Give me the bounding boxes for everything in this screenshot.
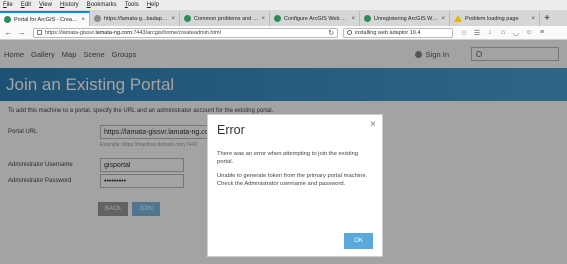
menu-bookmarks[interactable]: Bookmarks <box>87 2 117 8</box>
tab-close-icon[interactable]: × <box>441 16 445 22</box>
dialog-message-detail: Unable to generate token from the primar… <box>217 173 368 187</box>
tab-close-icon[interactable]: × <box>81 17 85 23</box>
tab-close-icon[interactable]: × <box>351 16 355 22</box>
arcgis-favicon-icon <box>4 16 11 23</box>
menu-history[interactable]: History <box>60 2 79 8</box>
tab-label: Configure ArcGIS Web Adap... <box>284 15 348 22</box>
dialog-message-primary: There was an error when attempting to jo… <box>217 151 359 165</box>
chat-icon[interactable]: ☺ <box>524 28 534 38</box>
menu-file[interactable]: File <box>3 2 13 8</box>
url-prefix: https://lamata-gissvr. <box>45 29 96 36</box>
lock-icon <box>37 30 42 35</box>
tab-label: Problem loading page <box>465 15 519 22</box>
page-favicon-icon <box>94 15 101 22</box>
tab-label: Common problems and soluti... <box>194 15 259 22</box>
forward-arrow-icon[interactable]: → <box>16 27 27 38</box>
reload-icon[interactable]: ↻ <box>328 29 334 37</box>
menu-icon[interactable]: ≡ <box>537 28 547 38</box>
back-arrow-icon[interactable]: ← <box>3 27 14 38</box>
tab-unregistering-web-adaptor[interactable]: Unregistering ArcGIS Web A... × <box>360 11 450 26</box>
pocket-icon[interactable]: ◡ <box>511 28 521 38</box>
tab-problem-loading[interactable]: Problem loading page × <box>450 11 540 26</box>
menu-help[interactable]: Help <box>147 2 159 8</box>
reading-list-icon[interactable]: ☰ <box>472 28 482 38</box>
home-icon[interactable]: ⌂ <box>498 28 508 38</box>
tab-close-icon[interactable]: × <box>261 16 265 22</box>
menu-edit[interactable]: Edit <box>21 2 31 8</box>
url-suffix: :7443/arcgis/home/createadmin.html <box>131 29 221 36</box>
tab-configure-web-adaptor[interactable]: Configure ArcGIS Web Adap... × <box>270 11 360 26</box>
tab-label: Unregistering ArcGIS Web A... <box>374 15 439 22</box>
menu-bar: File Edit View History Bookmarks Tools H… <box>0 0 567 10</box>
navigation-bar: ← → https://lamata-gissvr. lamata-ng.com:… <box>0 26 567 40</box>
new-tab-button[interactable]: + <box>540 11 554 26</box>
warning-icon <box>454 15 462 22</box>
search-icon <box>347 30 352 35</box>
ok-button[interactable]: OK <box>344 233 373 249</box>
arcgis-favicon-icon <box>274 15 281 22</box>
menu-view[interactable]: View <box>39 2 52 8</box>
tab-portal-create[interactable]: Portal for ArcGIS - Create I... × <box>0 11 90 26</box>
tab-close-icon[interactable]: × <box>531 16 535 22</box>
arcgis-favicon-icon <box>184 15 191 22</box>
error-dialog: × Error There was an error when attempti… <box>207 114 383 257</box>
address-bar[interactable]: https://lamata-gissvr. lamata-ng.com:7443… <box>33 27 338 38</box>
download-icon[interactable]: ↓ <box>485 28 495 38</box>
arcgis-favicon-icon <box>364 15 371 22</box>
tab-bar: Portal for ArcGIS - Create I... × https:… <box>0 10 567 26</box>
tab-webadaptor-portal[interactable]: https://lamata-g...badaptor/portal × <box>90 11 180 26</box>
tab-label: https://lamata-g...badaptor/portal <box>104 15 169 22</box>
browser-search-input[interactable]: installing web adaptor 10.4 <box>343 27 453 38</box>
dialog-title: Error <box>217 123 245 137</box>
tab-close-icon[interactable]: × <box>171 16 175 22</box>
tab-common-problems[interactable]: Common problems and soluti... × <box>180 11 270 26</box>
close-icon[interactable]: × <box>370 119 376 130</box>
star-icon[interactable]: ☆ <box>459 28 469 38</box>
menu-tools[interactable]: Tools <box>125 2 139 8</box>
url-host: lamata-ng.com <box>95 29 132 36</box>
tab-label: Portal for ArcGIS - Create I... <box>14 16 79 23</box>
search-value: installing web adaptor 10.4 <box>355 29 421 36</box>
toolbar-icons: ☆ ☰ ↓ ⌂ ◡ ☺ ≡ <box>459 28 550 38</box>
